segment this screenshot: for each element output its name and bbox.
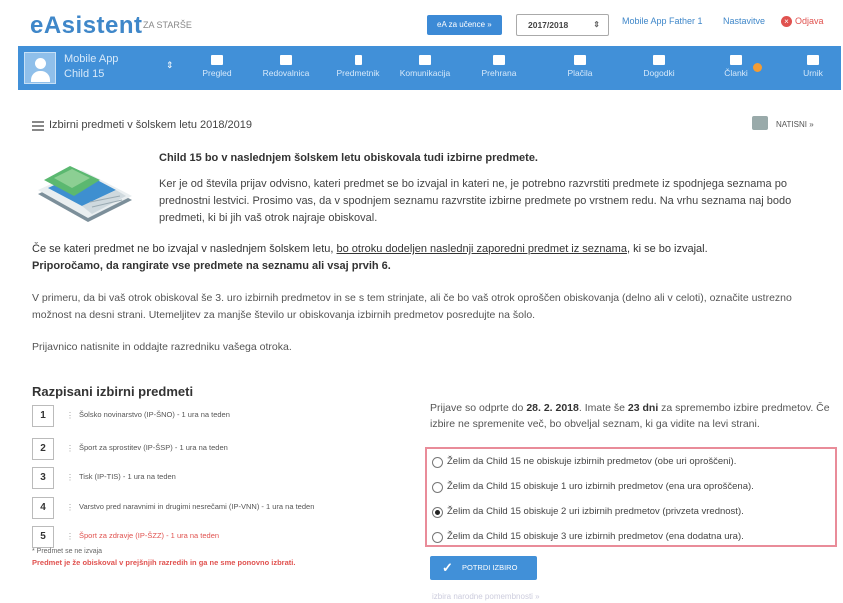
settings-link[interactable]: Nastavitve [723, 16, 765, 26]
nav-item-predmetnik[interactable]: Predmetnik [326, 46, 390, 90]
rank-number: 5 [32, 526, 54, 548]
top-header: eAsistent ZA STARŠE eA za učence » 2017/… [0, 0, 843, 44]
notification-badge [753, 63, 762, 72]
deadline-text: Prijave so odprte do 28. 2. 2018. Imate … [430, 400, 840, 432]
nav-label: Predmetnik [336, 68, 380, 78]
logout-link[interactable]: Odjava [795, 16, 824, 26]
intro-title: Child 15 bo v naslednjem šolskem letu ob… [159, 152, 538, 164]
printer-icon[interactable] [752, 116, 768, 130]
ranking-paragraph: Če se kateri predmet ne bo izvajal v nas… [32, 241, 822, 275]
confirm-choice-button[interactable]: ✓ POTRDI IZBIRO [430, 556, 537, 580]
nav-label: Komunikacija [399, 68, 451, 78]
drag-handle-icon[interactable]: ⋮ [66, 411, 74, 420]
deadline-date: 28. 2. 2018 [526, 402, 579, 414]
subject-label: Šport za sprostitev (IP-ŠSP) - 1 ura na … [79, 443, 228, 452]
legend-note: * Predmet se ne izvaja [32, 548, 103, 555]
option-label: Želim da Child 15 obiskuje 1 uro izbirni… [447, 481, 754, 492]
subject-label: Šport za zdravje (IP-ŠZZ) - 1 ura na ted… [79, 531, 220, 540]
print-instruction: Prijavnico natisnite in oddajte razredni… [32, 341, 292, 353]
option-label: Želim da Child 15 ne obiskuje izbirnih p… [447, 456, 737, 467]
school-year-select[interactable]: 2017/2018 ⇕ [516, 14, 609, 36]
paragraph-text: Če se kateri predmet ne bo izvajal v nas… [32, 243, 337, 255]
logout-icon[interactable]: × [781, 16, 792, 27]
app-logo[interactable]: eAsistent [30, 12, 143, 40]
subject-label: Varstvo pred naravnimi in drugimi nesreč… [79, 502, 315, 511]
nav-label: Redovalnica [262, 68, 310, 78]
child-selector[interactable]: Mobile App Child 15 ⇕ [18, 46, 183, 90]
nav-item-placila[interactable]: Plačila [550, 46, 610, 90]
drag-handle-icon[interactable]: ⋮ [66, 444, 74, 453]
nav-item-urnik[interactable]: Urnik [788, 46, 838, 90]
rank-number: 4 [32, 497, 54, 519]
rank-number: 3 [32, 467, 54, 489]
nav-item-clanki[interactable]: Članki [706, 46, 766, 90]
avatar [24, 52, 56, 84]
radio-button[interactable] [432, 457, 443, 468]
school-year-value: 2017/2018 [528, 20, 569, 30]
drag-handle-icon[interactable]: ⋮ [66, 503, 74, 512]
days-left: 23 dni [627, 402, 659, 414]
nav-item-komunikacija[interactable]: Komunikacija [392, 46, 458, 90]
drag-handle-icon[interactable]: ⋮ [66, 473, 74, 482]
subjects-title: Razpisani izbirni predmeti [32, 384, 194, 399]
nav-label: Pregled [202, 68, 232, 78]
deadline-part: Prijave so odprte do [430, 402, 527, 414]
chevron-updown-icon: ⇕ [593, 20, 600, 29]
articles-icon [730, 55, 742, 65]
user-name-link[interactable]: Mobile App Father 1 [622, 16, 703, 26]
print-link[interactable]: NATISNI » [776, 120, 814, 129]
subjects-icon [354, 55, 362, 65]
page-title: Izbirni predmeti v šolskem letu 2018/201… [49, 119, 252, 131]
nav-item-redovalnica[interactable]: Redovalnica [250, 46, 322, 90]
overview-icon [211, 55, 223, 65]
option-label: Želim da Child 15 obiskuje 2 uri izbirni… [447, 506, 744, 517]
main-nav: Mobile App Child 15 ⇕ Pregled Redovalnic… [18, 46, 841, 90]
recommendation-text: Priporočamo, da rangirate vse predmete n… [32, 260, 391, 272]
child-name-line1: Mobile App [64, 53, 119, 65]
confirm-label: POTRDI IZBIRO [462, 563, 518, 572]
intro-text: Ker je od števila prijav odvisno, kateri… [159, 178, 792, 224]
hours-paragraph: V primeru, da bi vaš otrok obiskoval še … [32, 292, 792, 321]
nav-label: Urnik [803, 68, 823, 78]
nav-label: Prehrana [481, 68, 517, 78]
logo-subtitle: ZA STARŠE [143, 20, 192, 30]
option-label: Želim da Child 15 obiskuje 3 ure izbirni… [447, 531, 744, 542]
list-icon [32, 121, 44, 131]
nav-label: Dogodki [643, 68, 675, 78]
faded-link[interactable]: izbira narodne pomembnosti » [432, 592, 540, 601]
subject-label: Šolsko novinarstvo (IP-ŠNO) - 1 ura na t… [79, 410, 230, 419]
nav-label: Plačila [567, 68, 593, 78]
rank-number: 1 [32, 405, 54, 427]
nav-item-prehrana[interactable]: Prehrana [468, 46, 530, 90]
student-app-button[interactable]: eA za učence » [427, 15, 502, 35]
food-icon [493, 55, 505, 65]
events-icon [653, 55, 665, 65]
child-name-line2: Child 15 [64, 68, 105, 80]
paragraph-text: , ki se bo izvajal. [626, 243, 708, 255]
deadline-part: . Imate še [578, 402, 628, 414]
radio-button[interactable] [432, 482, 443, 493]
legend-warning: Predmet je že obiskoval v prejšnjih razr… [32, 558, 296, 567]
schedule-icon [807, 55, 819, 65]
drag-handle-icon[interactable]: ⋮ [66, 532, 74, 541]
chevron-updown-icon: ⇕ [166, 60, 174, 70]
subject-label: Tisk (IP-TIS) - 1 ura na teden [79, 472, 176, 481]
radio-button-selected[interactable] [432, 507, 443, 518]
nav-item-pregled[interactable]: Pregled [188, 46, 246, 90]
chat-icon [419, 55, 431, 65]
rank-number: 2 [32, 438, 54, 460]
paragraph-underlined-text: bo otroku dodeljen naslednji zaporedni p… [336, 243, 627, 255]
radio-button[interactable] [432, 532, 443, 543]
hours-options: Želim da Child 15 ne obiskuje izbirnih p… [425, 447, 837, 547]
books-illustration-icon [38, 166, 132, 222]
payments-icon [574, 55, 586, 65]
checkmark-icon: ✓ [442, 560, 453, 575]
gradebook-icon [280, 55, 292, 65]
nav-item-dogodki[interactable]: Dogodki [628, 46, 690, 90]
